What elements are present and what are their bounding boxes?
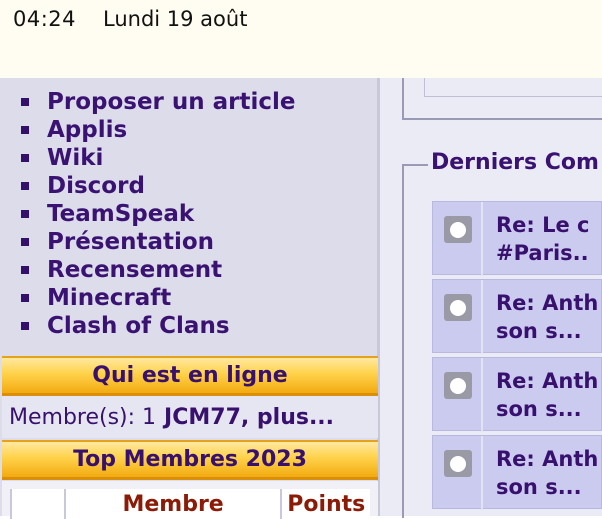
left-sidebar: Proposer un article Applis Wiki Discord … bbox=[0, 78, 380, 519]
menu-item-discord[interactable]: Discord bbox=[0, 172, 380, 200]
comment-title[interactable]: Re: Anth son s... bbox=[496, 367, 602, 423]
menu-item-wiki[interactable]: Wiki bbox=[0, 144, 380, 172]
comment-item[interactable]: Re: Le c #Paris.. bbox=[432, 201, 602, 276]
comment-bullet-icon bbox=[444, 450, 472, 477]
bullet-icon bbox=[21, 266, 29, 274]
top-members-header: Top Membres 2023 bbox=[2, 440, 378, 480]
table-header-row: Membre Points bbox=[10, 489, 370, 519]
bullet-icon bbox=[21, 294, 29, 302]
right-column: Derniers Com Re: Le c #Paris.. Re: Anth … bbox=[380, 78, 602, 518]
comment-divider bbox=[481, 358, 483, 432]
column-header-points: Points bbox=[280, 489, 370, 519]
comment-item[interactable]: Re: Anth son s... bbox=[432, 279, 602, 354]
online-member-link[interactable]: JCM77, plus... bbox=[164, 405, 334, 430]
menu-item-label[interactable]: TeamSpeak bbox=[47, 201, 194, 227]
menu-item-label[interactable]: Clash of Clans bbox=[47, 313, 230, 339]
status-bar: 04:24 Lundi 19 août bbox=[0, 0, 602, 78]
column-header-membre: Membre bbox=[63, 489, 281, 519]
comment-title-line2[interactable]: son s... bbox=[496, 395, 602, 423]
menu-item-label[interactable]: Recensement bbox=[47, 257, 222, 283]
bullet-icon bbox=[21, 238, 29, 246]
menu-item-minecraft[interactable]: Minecraft bbox=[0, 284, 380, 312]
menu-item-label[interactable]: Wiki bbox=[47, 145, 103, 171]
comment-divider bbox=[481, 202, 483, 276]
status-time: 04:24 bbox=[13, 7, 77, 31]
comment-title[interactable]: Re: Le c #Paris.. bbox=[496, 211, 602, 267]
bullet-icon bbox=[21, 98, 29, 106]
comment-title-line1[interactable]: Re: Anth bbox=[496, 367, 602, 395]
comment-title-line1[interactable]: Re: Anth bbox=[496, 445, 602, 473]
online-section-header: Qui est en ligne bbox=[2, 356, 378, 396]
menu-item-recensement[interactable]: Recensement bbox=[0, 256, 380, 284]
menu-item-teamspeak[interactable]: TeamSpeak bbox=[0, 200, 380, 228]
comment-title-line1[interactable]: Re: Anth bbox=[496, 289, 602, 317]
comment-title[interactable]: Re: Anth son s... bbox=[496, 445, 602, 501]
comment-title-line2[interactable]: son s... bbox=[496, 317, 602, 345]
comment-bullet-icon bbox=[444, 216, 472, 243]
bullet-icon bbox=[21, 154, 29, 162]
page-content: Proposer un article Applis Wiki Discord … bbox=[0, 78, 602, 519]
menu-item-label[interactable]: Applis bbox=[47, 117, 127, 143]
comment-title-line1[interactable]: Re: Le c bbox=[496, 211, 602, 239]
status-date: Lundi 19 août bbox=[103, 7, 248, 31]
comments-section-title: Derniers Com bbox=[428, 150, 602, 175]
nav-menu: Proposer un article Applis Wiki Discord … bbox=[0, 88, 380, 340]
menu-item-label[interactable]: Minecraft bbox=[47, 285, 171, 311]
comment-bullet-icon bbox=[444, 372, 472, 399]
menu-item-label[interactable]: Proposer un article bbox=[47, 89, 296, 115]
menu-item-proposer-un-article[interactable]: Proposer un article bbox=[0, 88, 380, 116]
comment-title[interactable]: Re: Anth son s... bbox=[496, 289, 602, 345]
menu-item-label[interactable]: Présentation bbox=[47, 229, 214, 255]
bullet-icon bbox=[21, 210, 29, 218]
comment-item[interactable]: Re: Anth son s... bbox=[432, 435, 602, 510]
comment-title-line2[interactable]: son s... bbox=[496, 473, 602, 501]
comment-bullet-icon bbox=[444, 294, 472, 321]
top-box-border bbox=[402, 78, 602, 120]
column-header-rank bbox=[10, 489, 64, 519]
menu-item-label[interactable]: Discord bbox=[47, 173, 145, 199]
comment-divider bbox=[481, 280, 483, 354]
menu-item-presentation[interactable]: Présentation bbox=[0, 228, 380, 256]
menu-item-clash-of-clans[interactable]: Clash of Clans bbox=[0, 312, 380, 340]
bullet-icon bbox=[21, 126, 29, 134]
top-box-inner bbox=[424, 78, 602, 97]
bullet-icon bbox=[21, 322, 29, 330]
comment-item[interactable]: Re: Anth son s... bbox=[432, 357, 602, 432]
comment-title-line2[interactable]: #Paris.. bbox=[496, 239, 602, 267]
online-members: Membre(s): 1 JCM77, plus... bbox=[2, 396, 378, 438]
menu-item-applis[interactable]: Applis bbox=[0, 116, 380, 144]
online-count-label: Membre(s): 1 bbox=[9, 404, 157, 430]
comment-divider bbox=[481, 436, 483, 510]
bullet-icon bbox=[21, 182, 29, 190]
top-members-table: Membre Points bbox=[2, 481, 378, 519]
